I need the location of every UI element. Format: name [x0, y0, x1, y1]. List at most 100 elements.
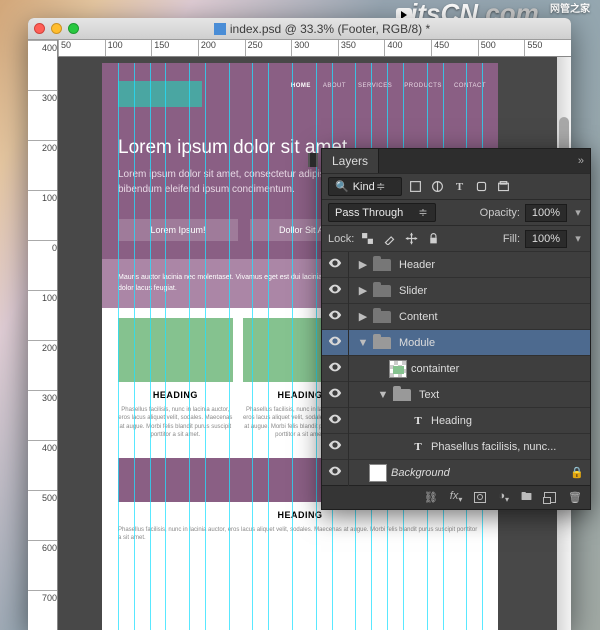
layer-name[interactable]: Text: [419, 389, 570, 401]
disclosure-icon[interactable]: ▶: [357, 284, 369, 297]
folder-icon: [373, 284, 391, 298]
layer-row[interactable]: T Heading: [322, 407, 590, 433]
layer-name[interactable]: Header: [399, 259, 570, 271]
module-heading: HEADING: [118, 510, 482, 520]
panel-dock-handle[interactable]: [308, 153, 318, 167]
traffic-lights: [34, 23, 79, 34]
text-layer-icon: T: [409, 441, 427, 453]
layer-fx-icon[interactable]: fx▾: [450, 490, 463, 504]
visibility-toggle[interactable]: [322, 282, 348, 299]
filter-adjust-icon[interactable]: [429, 178, 446, 195]
lock-indicator-icon: 🔒: [570, 466, 584, 479]
zoom-window-button[interactable]: [68, 23, 79, 34]
folder-icon: [373, 258, 391, 272]
visibility-toggle[interactable]: [322, 334, 348, 351]
layer-name[interactable]: Background: [391, 467, 570, 479]
opacity-flyout-icon[interactable]: ▾: [572, 206, 584, 219]
filter-row: 🔍Kind≑ T: [322, 173, 590, 199]
lock-paint-icon[interactable]: [381, 230, 398, 247]
module-thumb: [118, 318, 233, 382]
lock-transparent-icon[interactable]: [359, 230, 376, 247]
tab-layers[interactable]: Layers: [322, 149, 379, 173]
disclosure-icon[interactable]: ▶: [357, 310, 369, 323]
blend-row: Pass Through≑ Opacity: 100% ▾: [322, 199, 590, 225]
new-adjust-icon[interactable]: ◑▾: [498, 490, 509, 504]
module-text: Phasellus facilisis, nunc in lacinia auc…: [118, 406, 233, 440]
layer-row[interactable]: ▼ Text: [322, 381, 590, 407]
filter-text-icon[interactable]: T: [451, 178, 468, 195]
delete-layer-icon[interactable]: 🗑: [568, 491, 582, 504]
module-col: HEADING Phasellus facilisis, nunc in lac…: [118, 318, 233, 440]
module-heading: HEADING: [118, 390, 233, 400]
folder-icon: [373, 336, 391, 350]
panel-footer: ⛓ fx▾ ◑▾ 🖿 🗑: [322, 485, 590, 509]
visibility-toggle[interactable]: [322, 256, 348, 273]
logo-placeholder: [118, 81, 202, 107]
visibility-toggle[interactable]: [322, 438, 348, 455]
visibility-toggle[interactable]: [322, 412, 348, 429]
opacity-value[interactable]: 100%: [525, 204, 567, 222]
layers-panel[interactable]: Layers » 🔍Kind≑ T Pass Through≑ Opacity:…: [321, 148, 591, 510]
disclosure-icon[interactable]: ▼: [357, 337, 369, 349]
layers-list: ▶ Header ▶ Slider ▶ Content ▼ Module containter ▼…: [322, 251, 590, 485]
layer-name[interactable]: Slider: [399, 285, 570, 297]
nav-item: PRODUCTS: [404, 83, 442, 89]
layer-row[interactable]: ▼ Module: [322, 329, 590, 355]
panel-tabs: Layers »: [322, 149, 590, 173]
visibility-toggle[interactable]: [322, 360, 348, 377]
filter-smart-icon[interactable]: [495, 178, 512, 195]
new-layer-icon[interactable]: [544, 492, 556, 503]
layer-row[interactable]: ▶ Content: [322, 303, 590, 329]
cta-button-primary: Lorem Ipsum!: [118, 219, 238, 241]
lower-section: HEADING Phasellus facilisis, nunc in lac…: [102, 510, 498, 543]
nav-item: ABOUT: [323, 83, 346, 89]
layer-name[interactable]: containter: [411, 363, 570, 375]
visibility-toggle[interactable]: [322, 308, 348, 325]
lock-position-icon[interactable]: [403, 230, 420, 247]
layer-row[interactable]: ▶ Header: [322, 251, 590, 277]
link-layers-icon[interactable]: ⛓: [424, 491, 438, 504]
visibility-toggle[interactable]: [322, 386, 348, 403]
layer-row[interactable]: ▶ Slider: [322, 277, 590, 303]
layer-row[interactable]: containter: [322, 355, 590, 381]
blend-mode-select[interactable]: Pass Through≑: [328, 203, 436, 222]
layer-row[interactable]: Background🔒: [322, 459, 590, 485]
layer-name[interactable]: Content: [399, 311, 570, 323]
text-layer-icon: T: [409, 415, 427, 427]
module-text: Phasellus facilisis, nunc in lacinia auc…: [118, 526, 482, 543]
new-group-icon[interactable]: 🖿: [521, 488, 532, 507]
layer-name[interactable]: Module: [399, 337, 570, 349]
psd-file-icon: [214, 23, 226, 35]
disclosure-icon[interactable]: ▼: [377, 389, 389, 401]
titlebar[interactable]: index.psd @ 33.3% (Footer, RGB/8) *: [28, 18, 571, 40]
lock-label: Lock:: [328, 233, 354, 245]
horizontal-ruler[interactable]: 50100150200250300350400450500550: [58, 40, 571, 57]
panel-collapse-icon[interactable]: »: [578, 155, 584, 167]
close-window-button[interactable]: [34, 23, 45, 34]
layer-name[interactable]: Phasellus facilisis, nunc...: [431, 441, 570, 453]
vertical-ruler[interactable]: 4003002001000100200300400500600700800900…: [28, 40, 58, 630]
folder-icon: [373, 310, 391, 324]
layer-thumb: [369, 464, 387, 482]
fill-label: Fill:: [503, 233, 520, 245]
nav-item: SERVICES: [358, 83, 392, 89]
disclosure-icon[interactable]: ▶: [357, 258, 369, 271]
nav-menu: HOME ABOUT SERVICES PRODUCTS CONTACT: [291, 83, 486, 89]
fill-value[interactable]: 100%: [525, 230, 567, 248]
nav-item: CONTACT: [454, 83, 486, 89]
lock-all-icon[interactable]: [425, 230, 442, 247]
opacity-label: Opacity:: [480, 207, 520, 219]
document-title: index.psd @ 33.3% (Footer, RGB/8) *: [79, 22, 565, 36]
lock-row: Lock: Fill: 100% ▾: [322, 225, 590, 251]
layer-row[interactable]: T Phasellus facilisis, nunc...: [322, 433, 590, 459]
add-mask-icon[interactable]: [474, 492, 486, 503]
filter-pixel-icon[interactable]: [407, 178, 424, 195]
minimize-window-button[interactable]: [51, 23, 62, 34]
layer-thumb: [389, 360, 407, 378]
layer-name[interactable]: Heading: [431, 415, 570, 427]
filter-kind-select[interactable]: 🔍Kind≑: [328, 177, 402, 196]
fill-flyout-icon[interactable]: ▾: [572, 232, 584, 245]
nav-item: HOME: [291, 83, 311, 89]
visibility-toggle[interactable]: [322, 464, 348, 481]
filter-shape-icon[interactable]: [473, 178, 490, 195]
